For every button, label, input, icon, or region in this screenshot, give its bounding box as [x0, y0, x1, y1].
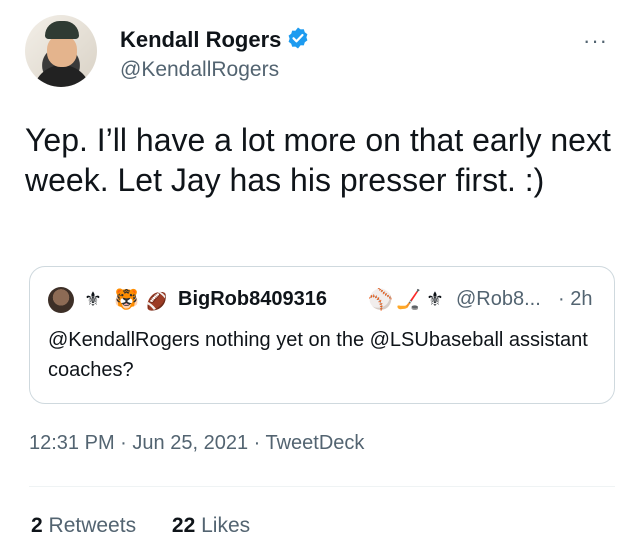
quoted-name: BigRob8409316 — [178, 288, 327, 310]
baseball-icon: ⚾ — [368, 289, 393, 311]
quoted-avatar[interactable] — [48, 287, 74, 313]
football-icon: 🏈 — [146, 292, 168, 311]
tweet-text: Yep. I’ll have a lot more on that early … — [25, 122, 611, 198]
avatar-face — [47, 35, 77, 67]
tiger-icon: 🐯 — [114, 289, 139, 311]
quoted-time: · 2h — [558, 288, 593, 310]
likes-label: Likes — [201, 514, 251, 537]
tweet-meta: 12:31 PM · Jun 25, 2021 · TweetDeck — [29, 432, 364, 455]
fleur-de-lis-icon: ⚜ — [426, 289, 444, 311]
tweet-stats: 2 Retweets 22 Likes — [31, 514, 280, 538]
quoted-text: @KendallRogers nothing yet on the @LSUba… — [48, 329, 588, 381]
author-name[interactable]: Kendall Rogers — [120, 27, 281, 53]
likes-count: 22 — [171, 514, 196, 537]
avatar-cap — [45, 21, 79, 39]
verified-badge-icon — [288, 27, 308, 49]
divider — [29, 486, 615, 487]
quoted-tweet[interactable]: ⚜ 🐯 🏈 BigRob8409316 ⚾ 🏒 ⚜ @Rob8... · 2h … — [29, 266, 615, 404]
retweets-count: 2 — [31, 514, 43, 537]
likes-stat[interactable]: 22 Likes — [172, 514, 250, 538]
retweets-stat[interactable]: 2 Retweets — [31, 514, 136, 538]
quoted-handle: @Rob8... — [456, 288, 541, 310]
hockey-icon: 🏒 — [396, 289, 421, 311]
more-options-icon[interactable]: ··· — [583, 28, 608, 54]
author-handle[interactable]: @KendallRogers — [120, 58, 279, 82]
meta-separator: · — [120, 432, 127, 454]
author-avatar[interactable] — [25, 15, 97, 87]
tweet-time[interactable]: 12:31 PM — [29, 432, 115, 454]
meta-separator: · — [253, 432, 261, 454]
fleur-de-lis-icon: ⚜ — [84, 289, 102, 311]
tweet-source[interactable]: TweetDeck — [266, 432, 365, 454]
retweets-label: Retweets — [48, 514, 137, 537]
tweet-date[interactable]: Jun 25, 2021 — [132, 432, 248, 454]
avatar-shirt — [33, 65, 91, 87]
